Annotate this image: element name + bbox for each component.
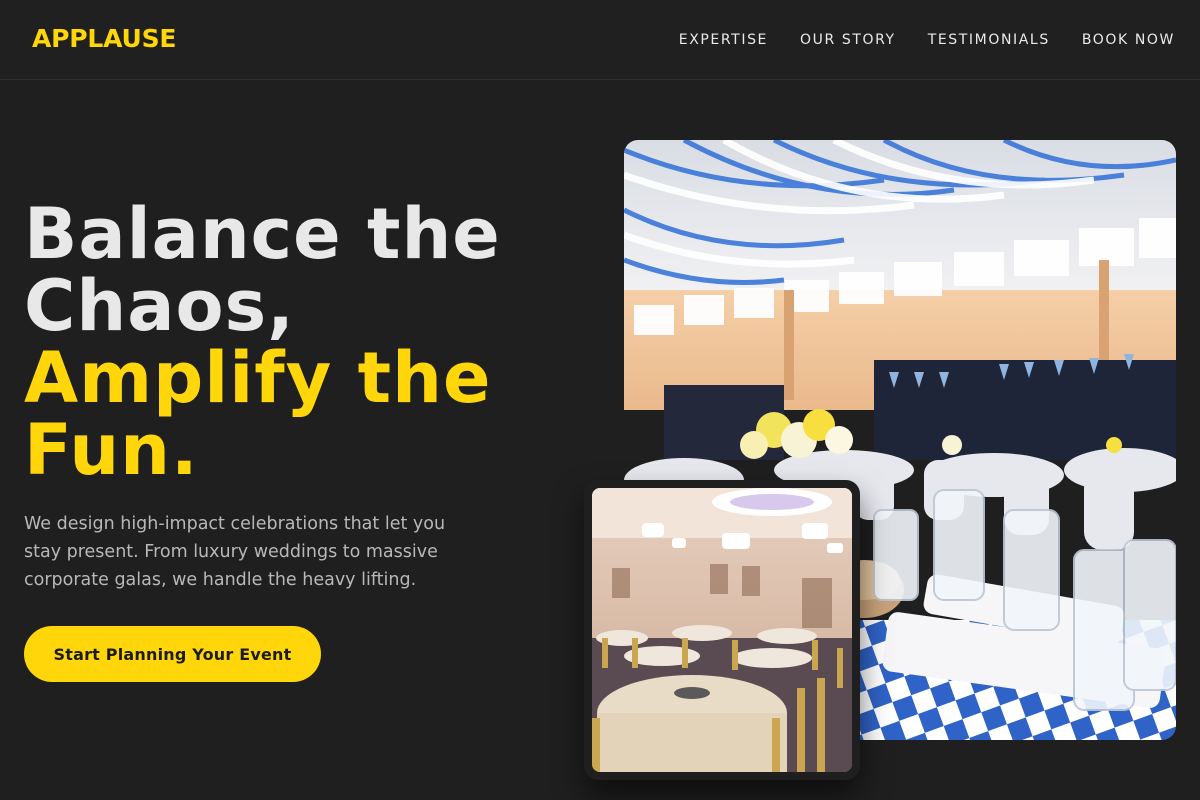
ballroom-photo	[584, 480, 860, 780]
nav-item-our-story[interactable]: OUR STORY	[800, 30, 896, 50]
headline-accent-line-2: Fun.	[24, 409, 199, 491]
nav-item-book-now[interactable]: BOOK NOW	[1082, 30, 1175, 50]
headline-accent-line-1: Amplify the	[24, 337, 492, 419]
main-nav: EXPERTISE OUR STORY TESTIMONIALS BOOK NO…	[679, 30, 1175, 50]
start-planning-button[interactable]: Start Planning Your Event	[24, 626, 321, 682]
hero-headline: Balance the Chaos, Amplify the Fun.	[24, 198, 584, 486]
nav-item-expertise[interactable]: EXPERTISE	[679, 30, 768, 50]
headline-line-1: Balance the	[24, 193, 501, 275]
brand-logo[interactable]: APPLAUSE	[32, 22, 176, 56]
hero-description: We design high-impact celebrations that …	[24, 514, 446, 590]
nav-item-testimonials[interactable]: TESTIMONIALS	[928, 30, 1050, 50]
site-header: APPLAUSE EXPERTISE OUR STORY TESTIMONIAL…	[0, 0, 1200, 80]
headline-line-2: Chaos,	[24, 265, 295, 347]
